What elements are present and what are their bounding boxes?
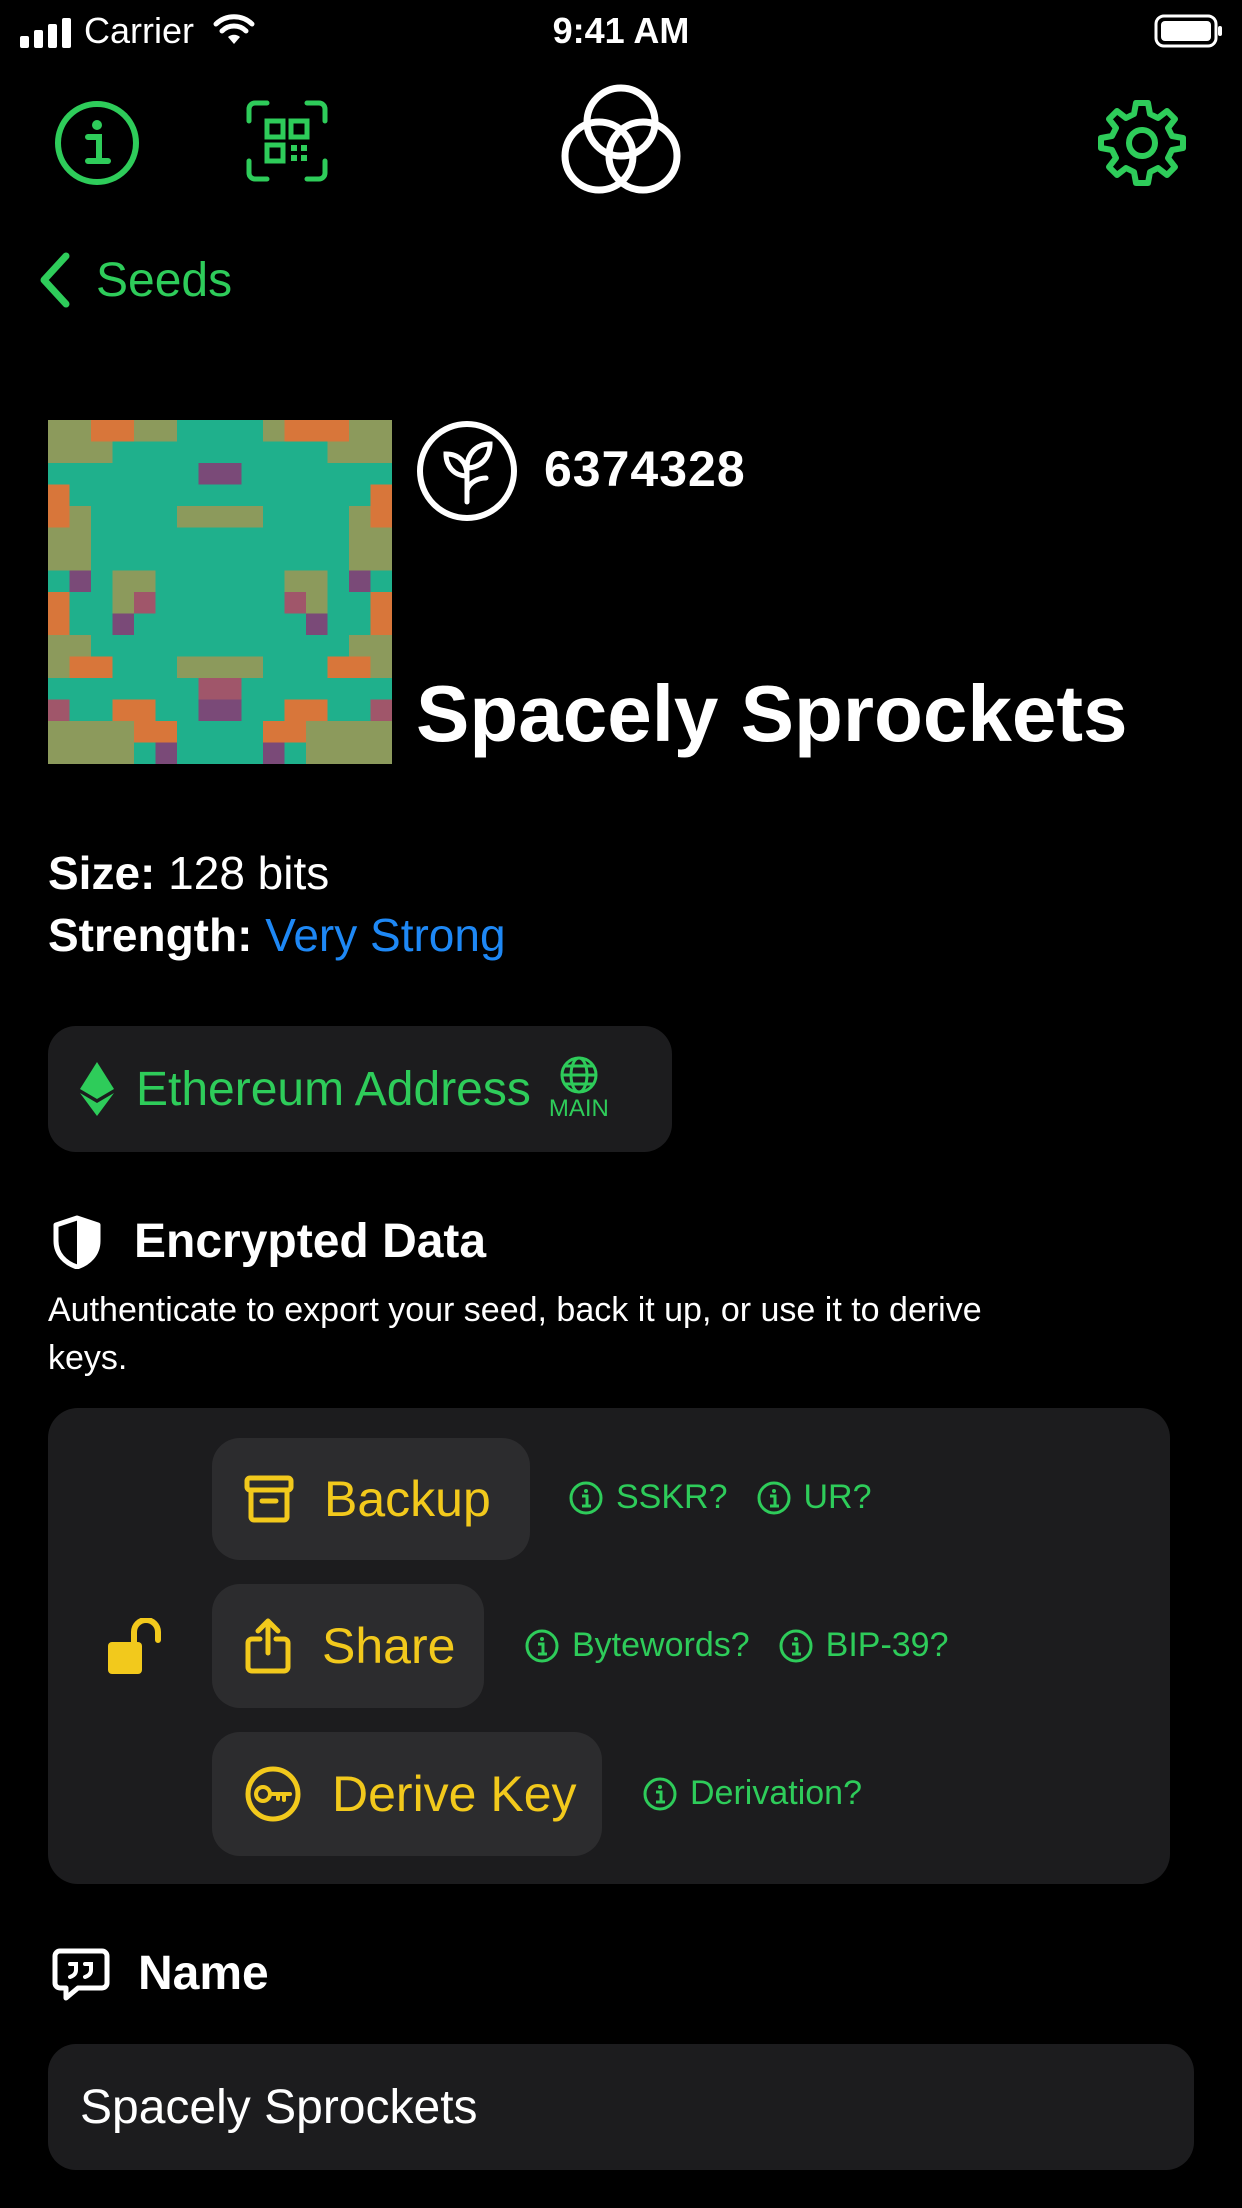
quote-bubble-icon <box>52 1948 110 2000</box>
logo-icon <box>561 84 681 194</box>
info-circle-icon <box>779 1629 813 1662</box>
app-logo <box>560 80 682 196</box>
seed-identifier: 6374328 <box>544 441 746 497</box>
ethereum-icon <box>80 1062 114 1116</box>
archive-box-icon <box>244 1475 294 1523</box>
derivation-help-button[interactable]: Derivation? <box>642 1774 862 1813</box>
bytewords-help-button[interactable]: Bytewords? <box>524 1626 750 1665</box>
name-heading: Name <box>52 1946 269 2001</box>
share-icon <box>245 1618 291 1674</box>
sprout-icon <box>417 421 517 521</box>
seed-size-row: Size: 128 bits <box>48 846 329 900</box>
info-circle-icon <box>525 1629 559 1662</box>
sskr-help-label: SSKR? <box>616 1478 728 1516</box>
qr-scan-icon <box>246 100 328 182</box>
battery-icon <box>1154 14 1222 48</box>
bytewords-help-label: Bytewords? <box>572 1626 750 1664</box>
info-circle-icon <box>569 1481 603 1514</box>
share-button[interactable]: Share <box>212 1584 484 1708</box>
seed-title: Spacely Sprockets <box>416 669 1128 758</box>
derivation-help-label: Derivation? <box>690 1774 862 1812</box>
strength-label: Strength: <box>48 909 253 961</box>
ethereum-address-button[interactable]: Ethereum Address MAIN <box>48 1026 672 1152</box>
shield-icon <box>53 1215 101 1269</box>
size-label: Size: <box>48 847 156 899</box>
name-title: Name <box>138 1947 269 2000</box>
seed-strength-row: Strength: Very Strong <box>48 908 506 962</box>
sskr-help-button[interactable]: SSKR? <box>568 1478 728 1517</box>
status-bar: Carrier 9:41 AM <box>0 0 1242 62</box>
derive-help-links: Derivation? <box>642 1774 890 1813</box>
unlocked-padlock-icon <box>108 1618 161 1674</box>
seed-lifehash-image <box>48 420 392 764</box>
network-badge: MAIN <box>549 1055 609 1123</box>
bip39-help-button[interactable]: BIP-39? <box>778 1626 949 1665</box>
bip39-help-label: BIP-39? <box>825 1626 949 1664</box>
info-icon <box>55 101 139 185</box>
clock: 9:41 AM <box>552 10 690 51</box>
derive-key-button[interactable]: Derive Key <box>212 1732 602 1856</box>
gear-icon <box>1098 100 1186 186</box>
backup-label: Backup <box>324 1471 491 1527</box>
back-label: Seeds <box>96 253 233 307</box>
share-help-links: Bytewords? BIP-39? <box>524 1626 977 1665</box>
ur-help-button[interactable]: UR? <box>756 1478 872 1517</box>
scan-qr-button[interactable] <box>244 98 330 184</box>
ethereum-address-label: Ethereum Address <box>136 1062 531 1116</box>
name-field[interactable]: Spacely Sprockets <box>48 2044 1194 2170</box>
settings-button[interactable] <box>1096 96 1188 188</box>
key-icon <box>245 1766 301 1822</box>
chevron-left-icon <box>40 252 70 308</box>
derive-key-label: Derive Key <box>332 1766 577 1822</box>
encrypted-data-title: Encrypted Data <box>134 1215 487 1268</box>
encrypted-actions-card: Backup SSKR? UR? Share Bytewords? BIP-39… <box>48 1408 1170 1884</box>
globe-icon <box>560 1056 598 1094</box>
info-circle-icon <box>757 1481 790 1514</box>
encrypted-data-heading: Encrypted Data <box>52 1214 486 1269</box>
seed-badge <box>416 420 518 522</box>
network-label: MAIN <box>548 1095 609 1122</box>
share-label: Share <box>322 1618 456 1674</box>
backup-button[interactable]: Backup <box>212 1438 530 1560</box>
back-button[interactable]: Seeds <box>36 250 232 310</box>
encrypted-data-description: Authenticate to export your seed, back i… <box>48 1291 982 1377</box>
size-value: 128 bits <box>168 847 330 899</box>
info-button[interactable] <box>52 98 142 188</box>
backup-help-links: SSKR? UR? <box>568 1478 900 1517</box>
strength-value: Very Strong <box>265 909 506 961</box>
ur-help-label: UR? <box>803 1478 872 1516</box>
info-circle-icon <box>643 1777 677 1810</box>
